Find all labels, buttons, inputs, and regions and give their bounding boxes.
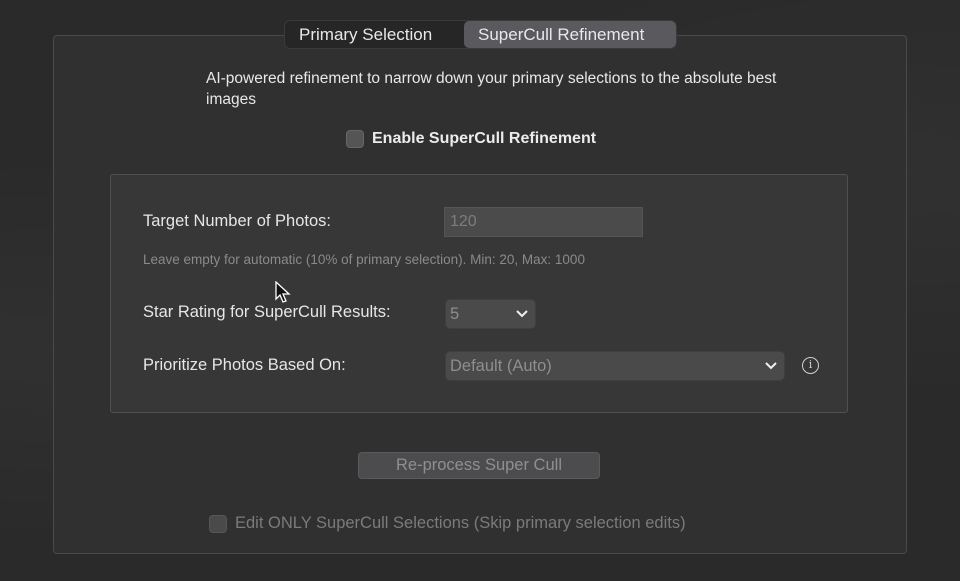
edit-only-label[interactable]: Edit ONLY SuperCull Selections (Skip pri… [235, 514, 686, 533]
section-description: AI-powered refinement to narrow down you… [206, 70, 777, 108]
chevron-down-icon [515, 300, 529, 337]
star-rating-select[interactable]: 5 [445, 299, 536, 329]
star-rating-label: Star Rating for SuperCull Results: [143, 303, 391, 321]
tab-primary-selection[interactable]: Primary Selection [285, 21, 464, 48]
tab-supercull-refinement[interactable]: SuperCull Refinement [464, 21, 676, 48]
enable-supercull-checkbox[interactable] [346, 130, 364, 148]
chevron-down-icon [764, 352, 778, 389]
edit-only-row[interactable]: Edit ONLY SuperCull Selections (Skip pri… [209, 514, 686, 533]
target-number-input[interactable]: 120 [444, 207, 643, 237]
reprocess-supercull-button[interactable]: Re-process Super Cull [358, 452, 600, 479]
target-number-hint: Leave empty for automatic (10% of primar… [143, 252, 585, 267]
prioritize-select[interactable]: Default (Auto) [445, 351, 785, 381]
info-icon[interactable]: i [802, 357, 819, 374]
edit-only-checkbox[interactable] [209, 514, 227, 533]
star-rating-value: 5 [450, 305, 460, 323]
tab-bar: Primary Selection SuperCull Refinement [284, 20, 677, 49]
prioritize-value: Default (Auto) [450, 357, 552, 375]
prioritize-label: Prioritize Photos Based On: [143, 356, 346, 374]
enable-supercull-label[interactable]: Enable SuperCull Refinement [372, 130, 596, 148]
mouse-cursor-icon [275, 280, 291, 310]
enable-supercull-row[interactable]: Enable SuperCull Refinement [346, 130, 596, 148]
target-number-label: Target Number of Photos: [143, 212, 332, 230]
